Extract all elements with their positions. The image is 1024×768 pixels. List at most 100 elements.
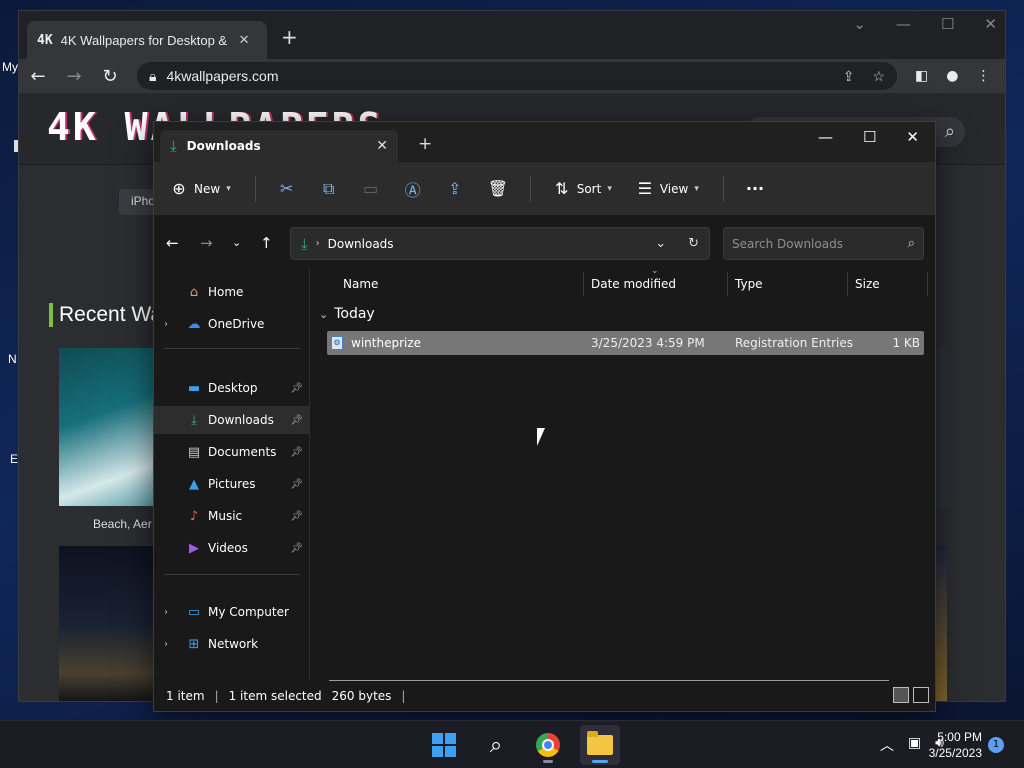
copy-icon: ⧉ — [323, 178, 335, 198]
column-header-date[interactable]: Date modified — [591, 268, 676, 300]
expand-chevron-icon[interactable]: › — [164, 607, 168, 618]
explorer-tab[interactable]: ⤓ Downloads ✕ — [160, 130, 398, 162]
sidebar-item-pictures[interactable]: ▲ Pictures 📌︎ — [154, 470, 309, 498]
pin-icon[interactable]: 📌︎ — [290, 383, 303, 394]
sidebar-item-desktop[interactable]: ▬ Desktop 📌︎ — [154, 374, 309, 402]
chevron-down-icon: ▾ — [694, 183, 699, 194]
details-view-icon[interactable] — [893, 687, 909, 703]
pin-icon[interactable]: 📌︎ — [290, 543, 303, 554]
browser-tab[interactable]: 4K 4K Wallpapers for Desktop & Mobile ✕ — [27, 21, 267, 59]
maximize-icon[interactable]: ☐ — [863, 128, 876, 146]
forward-icon[interactable]: → — [65, 66, 83, 87]
tab-search-icon[interactable]: ⌄ — [853, 15, 866, 33]
sidebar-item-documents[interactable]: ▤ Documents 📌︎ — [154, 438, 309, 466]
bookmark-star-icon[interactable]: ☆ — [872, 68, 885, 85]
start-button[interactable] — [424, 725, 464, 765]
sidebar-item-music[interactable]: ♪ Music 📌︎ — [154, 502, 309, 530]
minimize-icon[interactable]: — — [818, 128, 833, 146]
windows-logo-icon — [432, 733, 456, 757]
up-icon[interactable]: ↑ — [260, 234, 273, 252]
expand-chevron-icon[interactable]: › — [164, 319, 168, 330]
download-icon: ⤓ — [191, 412, 197, 428]
taskbar-search-button[interactable]: ⌕ — [476, 725, 516, 765]
browser-tabstrip: 4K 4K Wallpapers for Desktop & Mobile ✕ … — [19, 11, 1005, 59]
clock-date: 3/25/2023 — [928, 746, 982, 760]
file-date: 3/25/2023 4:59 PM — [591, 336, 705, 350]
scissors-icon: ✂ — [280, 179, 294, 198]
explorer-tab-label: Downloads — [186, 139, 261, 153]
more-options-button[interactable]: ··· — [746, 179, 764, 198]
maximize-icon[interactable]: ☐ — [941, 15, 954, 33]
recent-heading: Recent Wa — [49, 303, 162, 327]
wallpaper-caption[interactable]: Beach, Aer — [93, 517, 152, 531]
column-header-size[interactable]: Size — [855, 268, 880, 300]
close-tab-icon[interactable]: ✕ — [376, 138, 388, 154]
network-icon[interactable]: ▣ — [908, 735, 921, 755]
notification-badge[interactable]: 1 — [988, 737, 1004, 753]
chevron-down-icon[interactable]: ⌄ — [655, 236, 666, 251]
search-icon: ⌕ — [907, 236, 915, 251]
sidebar-item-home[interactable]: ⌂ Home — [154, 278, 309, 306]
close-icon[interactable]: ✕ — [984, 15, 997, 33]
side-panel-icon[interactable]: ◧ — [915, 68, 928, 84]
sidebar-item-onedrive[interactable]: › ☁ OneDrive — [154, 310, 309, 338]
paste-button[interactable]: ▭ — [362, 179, 380, 198]
menu-dots-icon[interactable]: ⋮ — [976, 68, 990, 84]
taskbar-file-explorer-button[interactable] — [580, 725, 620, 765]
sidebar-item-downloads[interactable]: ⤓ Downloads 📌︎ — [154, 406, 309, 434]
new-tab-button[interactable]: + — [418, 134, 432, 154]
browser-toolbar: ← → ↻ 🔒︎ 4kwallpapers.com ⇪ ☆ ◧ ● ⋮ — [19, 59, 1005, 93]
location-bar[interactable]: ⤓ › Downloads ⌄ ↻ — [290, 227, 710, 260]
back-icon[interactable]: ← — [29, 66, 47, 87]
pin-icon[interactable]: 📌︎ — [290, 447, 303, 458]
back-icon[interactable]: ← — [166, 234, 179, 252]
desktop-icon: ▬ — [187, 380, 201, 396]
forward-icon[interactable]: → — [200, 234, 213, 252]
rename-icon: Ⓐ — [404, 180, 421, 200]
new-button[interactable]: ⊕ New ▾ — [170, 179, 230, 198]
view-toggle — [893, 687, 929, 703]
view-button[interactable]: ☰ View ▾ — [636, 179, 699, 198]
rename-button[interactable]: Ⓐ — [404, 177, 422, 201]
taskbar: ⌕ ︿ ▣ 🔊︎ 5:00 PM 3/25/2023 1 — [0, 720, 1024, 768]
sidebar-item-network[interactable]: › ⊞ Network — [154, 630, 309, 658]
clock[interactable]: 5:00 PM 3/25/2023 — [929, 729, 982, 761]
sidebar-item-videos[interactable]: ▶ Videos 📌︎ — [154, 534, 309, 562]
file-name: wintheprize — [351, 336, 422, 350]
tiles-view-icon[interactable] — [913, 687, 929, 703]
pin-icon[interactable]: 📌︎ — [290, 415, 303, 426]
cut-button[interactable]: ✂ — [278, 179, 296, 198]
profile-icon[interactable]: ● — [946, 68, 958, 84]
selected-size: 260 bytes — [331, 689, 392, 703]
column-header-type[interactable]: Type — [735, 268, 763, 300]
minimize-icon[interactable]: — — [896, 15, 911, 33]
pin-icon[interactable]: 📌︎ — [290, 479, 303, 490]
refresh-icon[interactable]: ↻ — [688, 236, 699, 251]
reload-icon[interactable]: ↻ — [101, 66, 119, 87]
expand-chevron-icon[interactable]: › — [164, 639, 168, 650]
taskbar-chrome-button[interactable] — [528, 725, 568, 765]
close-icon[interactable]: ✕ — [906, 128, 919, 146]
picture-icon: ▲ — [189, 476, 199, 492]
delete-button[interactable]: 🗑︎ — [488, 179, 508, 198]
file-size: 1 KB — [892, 336, 920, 350]
file-list-pane: Name ⌄ Date modified Type Size ⌄ Today ⚙… — [311, 266, 935, 680]
recent-locations-icon[interactable]: ⌄ — [232, 236, 241, 249]
browser-tab-title: 4K Wallpapers for Desktop & Mobile — [60, 32, 231, 48]
desktop-label-n: N — [8, 352, 17, 366]
sort-button[interactable]: ⇅ Sort ▾ — [553, 179, 612, 198]
breadcrumb-downloads[interactable]: Downloads — [328, 237, 394, 251]
column-header-name[interactable]: Name — [343, 268, 378, 300]
copy-button[interactable]: ⧉ — [320, 179, 338, 199]
sidebar-item-my-computer[interactable]: › ▭ My Computer — [154, 598, 309, 626]
new-tab-button[interactable]: + — [281, 25, 298, 49]
search-downloads-input[interactable]: Search Downloads ⌕ — [723, 227, 924, 260]
table-row[interactable]: ⚙ wintheprize 3/25/2023 4:59 PM Registra… — [327, 331, 924, 355]
address-bar[interactable]: 🔒︎ 4kwallpapers.com ⇪ ☆ — [137, 62, 897, 90]
chevron-up-icon[interactable]: ︿ — [880, 735, 894, 755]
share-icon[interactable]: ⇪ — [843, 68, 855, 85]
close-tab-icon[interactable]: ✕ — [239, 33, 250, 48]
pin-icon[interactable]: 📌︎ — [290, 511, 303, 522]
share-button[interactable]: ⇪ — [446, 179, 464, 198]
group-header-today[interactable]: ⌄ Today — [319, 306, 375, 322]
